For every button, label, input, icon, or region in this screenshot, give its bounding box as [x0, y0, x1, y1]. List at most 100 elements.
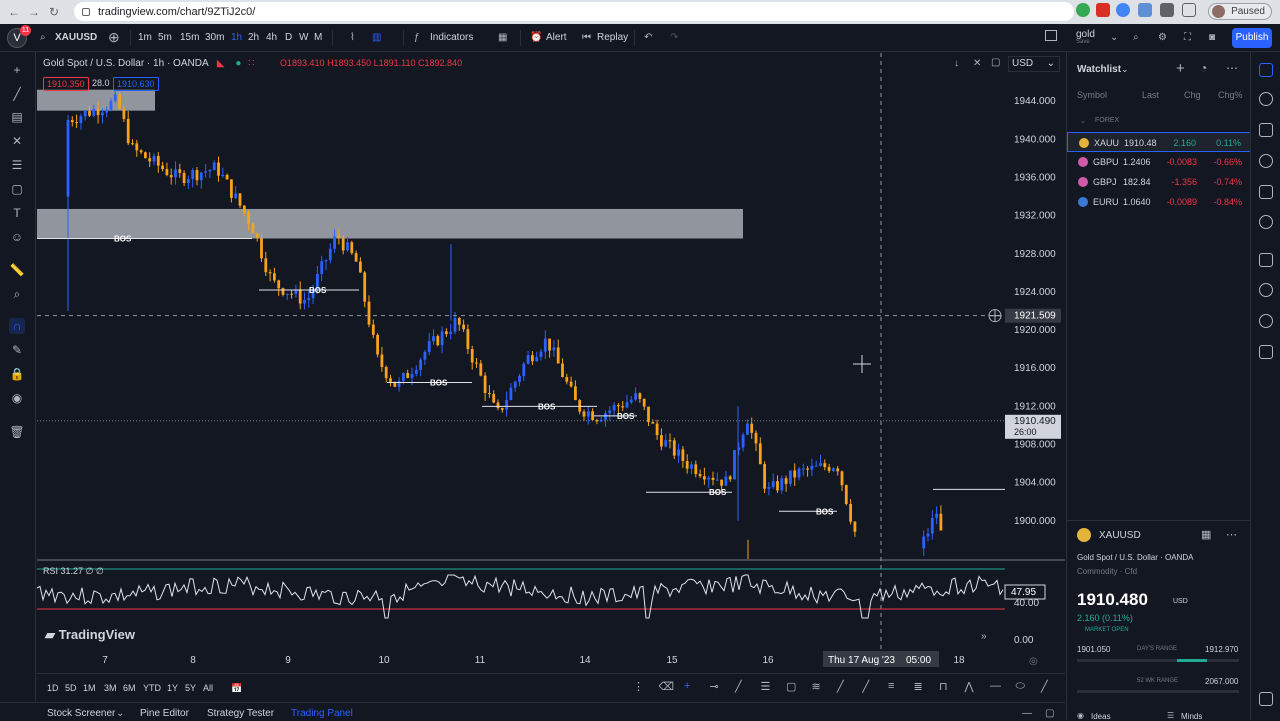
profile-paused-button[interactable]: Paused: [1208, 3, 1272, 20]
draw-tool-11-icon[interactable]: ≣: [914, 680, 923, 693]
advanced-view-icon[interactable]: ◔: [1200, 61, 1207, 75]
fib-icon[interactable]: ▤: [9, 109, 25, 125]
quick-search-icon[interactable]: ⌕: [1133, 32, 1139, 43]
chevron-down-icon[interactable]: ⌄: [1110, 32, 1118, 43]
redo-icon[interactable]: ↷: [670, 32, 678, 43]
indicators-button[interactable]: Indicators: [430, 32, 473, 43]
timeframe-ytd[interactable]: YTD: [143, 683, 161, 693]
fullscreen-icon[interactable]: ⛶: [1184, 32, 1191, 43]
layers-icon[interactable]: [1259, 692, 1273, 706]
pattern-icon[interactable]: ✕: [9, 133, 25, 149]
ideas-bulb-icon[interactable]: [1259, 215, 1273, 229]
timeframe-1y[interactable]: 1Y: [167, 683, 178, 693]
reload-icon[interactable]: ↻: [44, 5, 64, 19]
calendar-icon[interactable]: [1259, 185, 1273, 199]
timeframe-6m[interactable]: 6M: [123, 683, 136, 693]
replay-icon[interactable]: ⏮: [582, 32, 591, 43]
user-menu-button[interactable]: V 11: [7, 25, 31, 48]
scroll-right-icon[interactable]: »: [981, 631, 987, 642]
watchlist-row[interactable]: GBPU 1.2406 -0.0083 -0.66%: [1067, 152, 1251, 172]
maximize-icon[interactable]: ▢: [991, 57, 1000, 68]
interval-30m[interactable]: 30m: [205, 32, 224, 43]
chat-icon[interactable]: [1259, 253, 1273, 267]
publish-button[interactable]: Publish: [1232, 28, 1272, 48]
notifications-bell-icon[interactable]: [1259, 345, 1273, 359]
sidebar-icon[interactable]: [1182, 3, 1196, 17]
layout-icon[interactable]: [1045, 30, 1057, 41]
price-chart[interactable]: 1944.000 1940.000 1936.000 1932.000 1928.000…: [37, 53, 1065, 673]
draw-tool-4-icon[interactable]: ╱: [735, 680, 742, 693]
replay-button[interactable]: Replay: [597, 32, 628, 43]
extension-red-icon[interactable]: [1096, 3, 1110, 17]
timeframe-all[interactable]: All: [203, 683, 213, 693]
timeframe-1m[interactable]: 1M: [83, 683, 96, 693]
chevron-down-icon[interactable]: ⌄: [1121, 64, 1129, 75]
draw-tool-13-icon[interactable]: ⋀: [965, 680, 974, 693]
bid-button[interactable]: 1910.350: [43, 77, 89, 91]
chart-area[interactable]: 1944.000 1940.000 1936.000 1932.000 1928.000…: [37, 53, 1065, 673]
draw-tool-12-icon[interactable]: ⊓: [939, 680, 948, 693]
draw-tool-16-icon[interactable]: ╱: [1041, 680, 1048, 693]
more-dots-icon[interactable]: ⋯: [1226, 528, 1237, 541]
forward-icon[interactable]: →: [24, 5, 44, 19]
currency-select[interactable]: USD ⌄: [1008, 56, 1060, 72]
draw-tool-3-icon[interactable]: ⊸: [710, 680, 719, 693]
symbol-button[interactable]: XAUUSD: [55, 32, 97, 43]
zoom-icon[interactable]: ⌕: [9, 286, 25, 302]
interval-w[interactable]: W: [299, 32, 308, 43]
group-label[interactable]: FOREX: [1095, 117, 1119, 124]
grid-icon[interactable]: ▦: [1201, 528, 1211, 541]
interval-2h[interactable]: 2h: [248, 32, 259, 43]
text-icon[interactable]: T: [9, 205, 25, 221]
gear-icon[interactable]: ⚙: [1158, 32, 1167, 43]
interval-m[interactable]: M: [314, 32, 322, 43]
pencil-lock-icon[interactable]: ✎: [9, 342, 25, 358]
timeframe-1d[interactable]: 1D: [47, 683, 59, 693]
interval-1h[interactable]: 1h: [231, 32, 242, 43]
more-dots-icon[interactable]: ⋯: [1226, 61, 1238, 75]
minimize-icon[interactable]: —: [1022, 708, 1032, 719]
draw-tool-0-icon[interactable]: ⋮: [633, 680, 644, 693]
shapes-icon[interactable]: ▢: [9, 181, 25, 197]
candles-icon[interactable]: ▥: [372, 32, 381, 43]
draw-tool-8-icon[interactable]: ╱: [837, 680, 844, 693]
lock-icon[interactable]: 🔒: [9, 366, 25, 382]
supply-zone-top[interactable]: [37, 89, 155, 111]
emoji-icon[interactable]: ☺: [9, 229, 25, 245]
maximize-icon[interactable]: ▢: [1045, 708, 1054, 719]
draw-tool-7-icon[interactable]: ≋: [812, 680, 821, 693]
watchlist-row[interactable]: GBPJ 182.84 -1.356 -0.74%: [1067, 172, 1251, 192]
watchlist-row[interactable]: EURU 1.0640 -0.0089 -0.84%: [1067, 192, 1251, 212]
details-symbol[interactable]: XAUUSD: [1099, 530, 1141, 541]
bar-style-icon[interactable]: ⌇: [350, 32, 355, 43]
ruler-icon[interactable]: 📏: [9, 262, 25, 278]
tab-strategy-tester[interactable]: Strategy Tester: [207, 708, 274, 719]
draw-tool-1-icon[interactable]: ⌫: [659, 680, 675, 693]
draw-tool-14-icon[interactable]: —: [990, 680, 1001, 692]
trash-icon[interactable]: 🗑: [9, 424, 25, 440]
draw-tool-9-icon[interactable]: ╱: [863, 680, 870, 693]
ask-button[interactable]: 1910.630: [113, 77, 159, 91]
supply-zone[interactable]: [37, 208, 743, 239]
data-window-icon[interactable]: [1259, 123, 1273, 137]
draw-tool-2-icon[interactable]: +: [684, 680, 690, 692]
magnet-icon[interactable]: ∩: [9, 318, 25, 334]
camera-icon[interactable]: ◙: [1209, 32, 1215, 43]
alerts-clock-icon[interactable]: [1259, 92, 1273, 106]
tab-stock-screener[interactable]: Stock Screener: [47, 708, 115, 719]
draw-tool-15-icon[interactable]: ⬭: [1016, 680, 1025, 693]
tab-trading-panel[interactable]: Trading Panel: [291, 708, 353, 719]
draw-tool-6-icon[interactable]: ▢: [786, 680, 796, 693]
watchlist-row[interactable]: XAUU 1910.48 2.160 0.11%: [1067, 132, 1251, 152]
idea-stream-icon[interactable]: [1259, 283, 1273, 297]
collapse-icon[interactable]: ✕: [973, 58, 981, 69]
puzzle-icon[interactable]: [1160, 3, 1174, 17]
forecast-icon[interactable]: ☰: [9, 157, 25, 173]
timeframe-3m[interactable]: 3M: [104, 683, 117, 693]
broadcast-icon[interactable]: [1259, 314, 1273, 328]
calendar-icon[interactable]: 📅: [231, 683, 242, 694]
interval-1m[interactable]: 1m: [138, 32, 152, 43]
interval-5m[interactable]: 5m: [158, 32, 172, 43]
interval-15m[interactable]: 15m: [180, 32, 199, 43]
timeframe-5y[interactable]: 5Y: [185, 683, 196, 693]
